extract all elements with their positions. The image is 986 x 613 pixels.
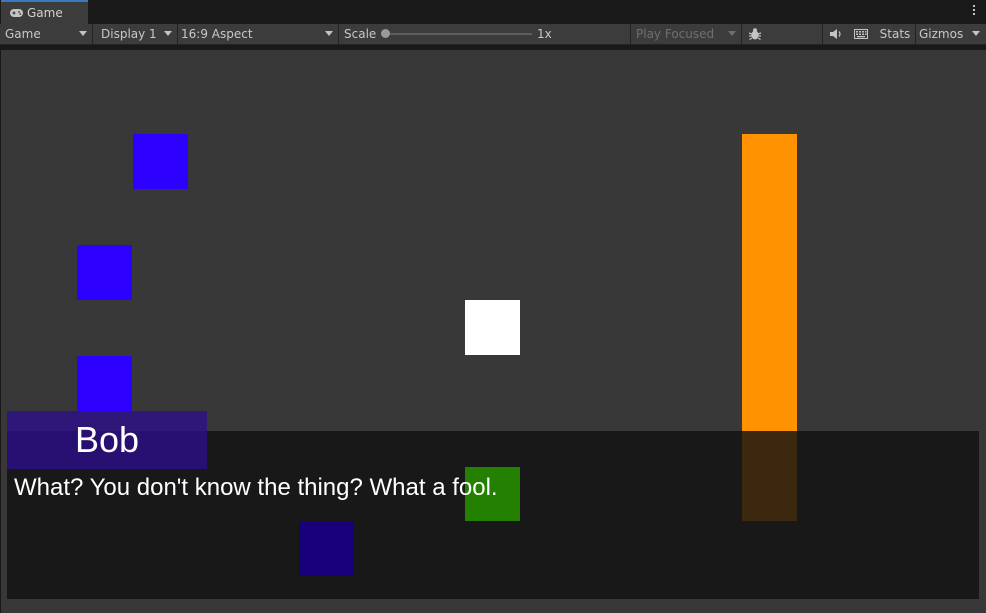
mode-dropdown[interactable]: Game xyxy=(0,24,92,44)
chevron-down-icon xyxy=(728,31,736,36)
white-tile xyxy=(465,300,520,355)
chevron-down-icon xyxy=(164,31,172,36)
keyboard-icon xyxy=(854,29,868,39)
divider xyxy=(92,24,93,44)
mute-audio-button[interactable] xyxy=(825,24,847,44)
stats-label: Stats xyxy=(879,27,911,41)
aspect-dropdown[interactable]: 16:9 Aspect xyxy=(176,24,338,44)
blue-tile xyxy=(77,245,132,300)
chevron-down-icon xyxy=(325,31,333,36)
chevron-down-icon xyxy=(972,31,980,36)
scale-label: Scale xyxy=(344,27,377,41)
blue-tile xyxy=(299,522,354,576)
tab-bar: Game xyxy=(0,0,986,24)
divider xyxy=(741,24,742,44)
mode-dropdown-label: Game xyxy=(5,27,41,41)
bug-icon xyxy=(748,28,762,41)
gizmos-label: Gizmos xyxy=(919,27,964,41)
chevron-down-icon xyxy=(79,31,87,36)
aspect-dropdown-label: 16:9 Aspect xyxy=(181,27,253,41)
gizmos-dropdown[interactable]: Gizmos xyxy=(915,24,986,44)
divider xyxy=(822,24,823,44)
tab-game[interactable]: Game xyxy=(1,0,88,24)
divider xyxy=(338,24,339,44)
dialogue-text-highlight: fool. xyxy=(452,474,498,501)
debug-toggle-button[interactable] xyxy=(743,24,767,44)
tab-label: Game xyxy=(27,6,63,20)
blue-tile xyxy=(133,134,188,189)
stats-button[interactable]: Stats xyxy=(876,24,914,44)
scale-slider-track[interactable] xyxy=(384,33,532,35)
display-dropdown-label: Display 1 xyxy=(101,27,157,41)
display-dropdown[interactable]: Display 1 xyxy=(96,24,177,44)
dialogue-text[interactable]: What? You don't know the thing? What a f… xyxy=(14,472,954,504)
scale-value: 1x xyxy=(537,27,552,41)
blue-tile xyxy=(77,356,132,411)
dialogue-text-main: What? You don't know the thing? What a xyxy=(14,474,453,501)
game-view-toolbar: Game Display 1 16:9 Aspect Scale 1x Play… xyxy=(0,24,986,45)
speaker-name: Bob xyxy=(74,419,140,460)
gamepad-icon xyxy=(10,9,23,17)
kebab-menu-icon[interactable] xyxy=(973,5,976,18)
shortcuts-button[interactable] xyxy=(849,24,873,44)
play-mode-dropdown[interactable]: Play Focused xyxy=(631,24,741,44)
audio-mute-icon xyxy=(830,29,841,39)
scale-slider-handle[interactable] xyxy=(381,29,390,38)
game-viewport[interactable]: Bob What? You don't know the thing? What… xyxy=(1,50,986,613)
play-mode-label: Play Focused xyxy=(636,27,715,41)
